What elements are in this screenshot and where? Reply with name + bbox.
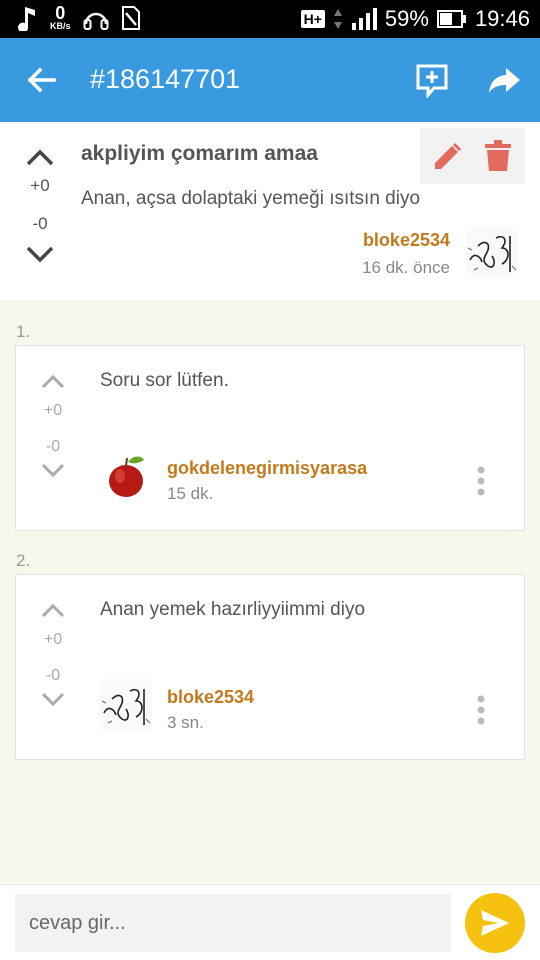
battery-icon bbox=[436, 10, 466, 28]
question-title: akpliyim çomarım amaa bbox=[81, 142, 318, 165]
question-timestamp: 16 dk. önce bbox=[362, 258, 450, 277]
answer-number: 1. bbox=[16, 322, 31, 341]
send-button[interactable] bbox=[465, 893, 525, 953]
question-body: Anan, açsa dolaptaki yemeği ısıtsın diyo bbox=[81, 188, 421, 209]
question-card: +0 -0 akpliyim çomarım amaa Anan, açsa d… bbox=[0, 122, 540, 300]
scribble-avatar[interactable] bbox=[466, 226, 518, 278]
upvote-chevron-icon[interactable] bbox=[40, 372, 66, 390]
data-arrows-icon bbox=[333, 9, 342, 29]
app-bar: #186147701 bbox=[0, 38, 540, 122]
downvote-count: -0 bbox=[45, 438, 61, 455]
reply-input[interactable] bbox=[15, 894, 451, 952]
status-left: 0 KB/s bbox=[16, 4, 141, 31]
upvote-chevron-icon[interactable] bbox=[24, 146, 56, 168]
network-speed-unit: KB/s bbox=[50, 21, 71, 31]
more-vert-icon[interactable] bbox=[476, 466, 486, 496]
page-title: #186147701 bbox=[90, 64, 241, 94]
headset-icon bbox=[83, 12, 109, 30]
no-sim-icon bbox=[121, 5, 140, 30]
network-speed-value: 0 bbox=[55, 3, 66, 23]
answer-author[interactable]: gokdelenegirmisyarasa bbox=[167, 458, 367, 479]
downvote-chevron-icon[interactable] bbox=[40, 691, 66, 709]
reply-bar bbox=[0, 884, 540, 960]
delete-trash-icon[interactable] bbox=[484, 140, 512, 172]
network-speed: 0 KB/s bbox=[50, 4, 71, 31]
upvote-chevron-icon[interactable] bbox=[40, 601, 66, 619]
upvote-count: +0 bbox=[43, 631, 63, 648]
question-vote: +0 -0 bbox=[22, 146, 58, 266]
apple-avatar[interactable] bbox=[100, 450, 152, 502]
clock: 19:46 bbox=[474, 6, 530, 31]
answer-author[interactable]: bloke2534 bbox=[167, 687, 254, 708]
music-note-icon bbox=[18, 6, 35, 31]
answer-vote: +0 -0 bbox=[38, 372, 68, 480]
answer-timestamp: 15 dk. bbox=[167, 484, 214, 503]
send-icon bbox=[481, 910, 509, 936]
add-comment-icon[interactable] bbox=[414, 62, 450, 98]
downvote-count: -0 bbox=[32, 214, 48, 233]
downvote-chevron-icon[interactable] bbox=[40, 462, 66, 480]
downvote-count: -0 bbox=[45, 667, 61, 684]
answer-card: +0 -0 Anan yemek hazırliyyiimmi diyo blo… bbox=[15, 574, 525, 760]
network-type-badge: H+ bbox=[300, 10, 325, 28]
answer-card: +0 -0 Soru sor lütfen. gokdelenegirmisya… bbox=[15, 345, 525, 531]
scribble-avatar[interactable] bbox=[100, 679, 152, 731]
battery-percent: 59% bbox=[384, 6, 429, 31]
status-bar: 0 KB/s H+ 59% 19:46 bbox=[0, 0, 540, 38]
answer-vote: +0 -0 bbox=[38, 601, 68, 709]
upvote-count: +0 bbox=[43, 402, 63, 419]
answer-timestamp: 3 sn. bbox=[167, 713, 204, 732]
status-right: H+ 59% 19:46 bbox=[300, 4, 530, 34]
downvote-chevron-icon[interactable] bbox=[24, 244, 56, 266]
back-arrow-icon[interactable] bbox=[24, 62, 60, 98]
answer-body: Anan yemek hazırliyyiimmi diyo bbox=[100, 599, 366, 620]
share-icon[interactable] bbox=[486, 62, 522, 98]
answer-number: 2. bbox=[16, 551, 31, 570]
question-author[interactable]: bloke2534 bbox=[363, 230, 450, 251]
answer-body: Soru sor lütfen. bbox=[100, 370, 229, 391]
upvote-count: +0 bbox=[30, 176, 50, 195]
edit-pencil-icon[interactable] bbox=[432, 142, 462, 172]
question-actions bbox=[420, 128, 525, 184]
signal-icon bbox=[351, 8, 377, 30]
more-vert-icon[interactable] bbox=[476, 695, 486, 725]
